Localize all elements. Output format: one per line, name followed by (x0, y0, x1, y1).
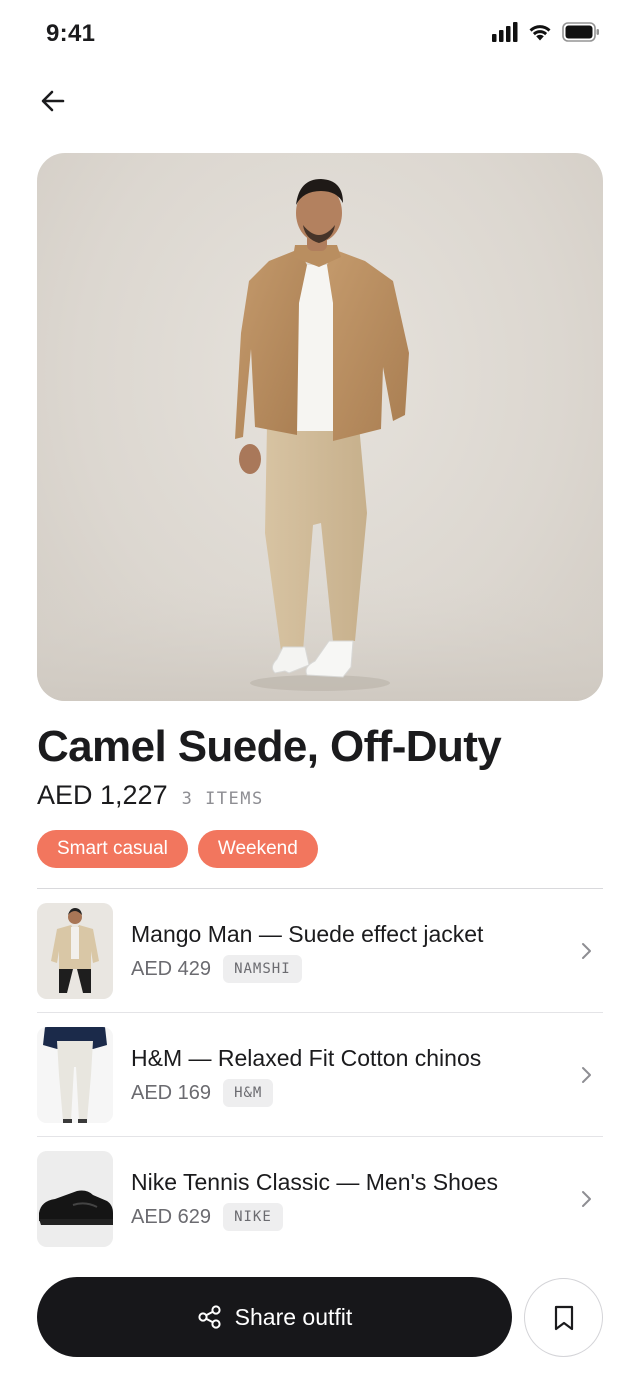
item-brand-badge: H&M (223, 1079, 274, 1107)
list-item[interactable]: H&M — Relaxed Fit Cotton chinos AED 169 … (37, 1013, 603, 1137)
list-item[interactable]: Nike Tennis Classic — Men's Shoes AED 62… (37, 1137, 603, 1261)
item-price: AED 629 (131, 1205, 212, 1228)
item-thumbnail (37, 903, 113, 999)
back-button[interactable] (30, 78, 76, 124)
chevron-right-icon (582, 943, 591, 959)
item-brand-badge: NAMSHI (223, 955, 302, 983)
item-name: Nike Tennis Classic — Men's Shoes (131, 1169, 499, 1195)
outfit-item-count: 3 ITEMS (181, 789, 264, 809)
model-illustration (37, 179, 603, 701)
arrow-left-icon (41, 90, 65, 112)
list-item[interactable]: Mango Man — Suede effect jacket AED 429 … (37, 889, 603, 1013)
status-icons (492, 22, 600, 42)
share-icon (198, 1305, 221, 1329)
outfit-title: Camel Suede, Off-Duty (37, 722, 502, 771)
status-bar: 9:41 (0, 0, 640, 68)
item-name: H&M — Relaxed Fit Cotton chinos (131, 1045, 482, 1071)
battery-icon (562, 22, 599, 42)
item-thumbnail (37, 1027, 113, 1123)
item-meta: AED 429 NAMSHI (131, 955, 302, 983)
item-name: Mango Man — Suede effect jacket (131, 921, 484, 947)
tag-weekend[interactable]: Weekend (197, 830, 318, 868)
outfit-hero-image (37, 153, 603, 701)
outfit-detail-screen: 9:41 Camel Suede, Off-Duty AED 1,227 3 I… (0, 0, 640, 1390)
item-meta: AED 169 H&M (131, 1079, 274, 1107)
item-price: AED 429 (131, 957, 212, 980)
cellular-signal-icon (492, 22, 518, 42)
price-row: AED 1,227 3 ITEMS (37, 780, 264, 811)
outfit-total-price: AED 1,227 (37, 780, 168, 810)
chevron-right-icon (582, 1191, 591, 1207)
bookmark-icon (554, 1305, 573, 1330)
item-thumbnail (37, 1151, 113, 1247)
outfit-items-list: Mango Man — Suede effect jacket AED 429 … (37, 888, 603, 1261)
tag-smart-casual[interactable]: Smart casual (37, 830, 188, 868)
share-outfit-button[interactable]: Share outfit (37, 1277, 512, 1357)
item-meta: AED 629 NIKE (131, 1203, 283, 1231)
item-price: AED 169 (131, 1081, 212, 1104)
item-brand-badge: NIKE (223, 1203, 283, 1231)
status-time: 9:41 (46, 20, 96, 47)
chevron-right-icon (582, 1067, 591, 1083)
wifi-icon (529, 25, 551, 41)
outfit-tags: Smart casual Weekend (37, 830, 318, 868)
save-outfit-button[interactable] (524, 1278, 603, 1357)
share-outfit-label: Share outfit (234, 1303, 353, 1330)
